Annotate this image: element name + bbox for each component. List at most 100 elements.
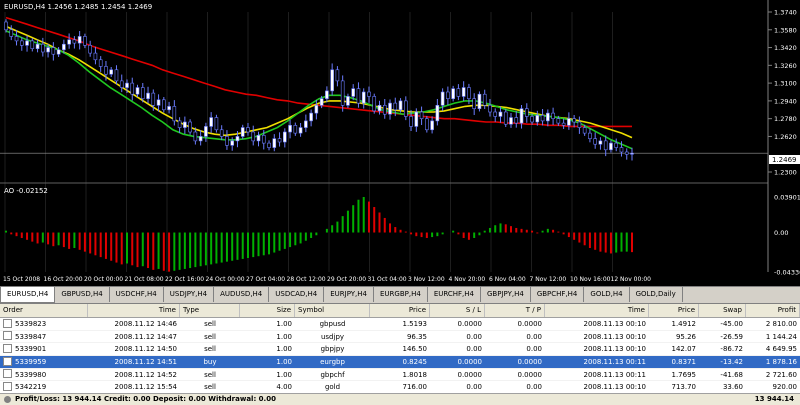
tab-gold-h4[interactable]: GOLD,H4 — [584, 287, 630, 302]
column-header-price[interactable]: Price — [649, 304, 699, 317]
candle — [240, 127, 245, 137]
order-cell: 0.0000 — [517, 358, 543, 367]
order-row[interactable]: 5339901 2008.11.12 14:50 sell 1.00 gbpjpy 146… — [0, 343, 800, 357]
order-cell: 2 721.60 — [765, 370, 797, 379]
tab-usdchf-h4[interactable]: USDCHF,H4 — [110, 287, 164, 302]
tab-eurusd-h4[interactable]: EURUSD,H4 — [0, 287, 56, 303]
tab-eurjpy-h4[interactable]: EURJPY,H4 — [324, 287, 374, 302]
order-cell: 1 878.16 — [765, 358, 797, 367]
time-tick-label: 7 Nov 12:00 — [530, 276, 567, 283]
candle — [582, 127, 587, 134]
candle — [325, 90, 329, 99]
tab-usdcad-h4[interactable]: USDCAD,H4 — [269, 287, 325, 302]
candle — [403, 100, 408, 117]
order-cell: 2 810.00 — [765, 320, 797, 328]
time-axis: 15 Oct 2008 16 Oct 20:00 20 Oct 00:00 21 Oc… — [3, 276, 651, 283]
column-header-price[interactable]: Price — [370, 304, 430, 317]
order-cell: -41.68 — [720, 370, 743, 379]
candle — [409, 116, 413, 127]
candle — [72, 39, 77, 44]
price-tick-label: 1.2940 — [774, 97, 797, 105]
column-header-symbol[interactable]: Symbol — [295, 304, 370, 317]
candle — [514, 117, 519, 124]
candle — [346, 96, 350, 106]
order-cell: 142.07 — [671, 345, 697, 354]
candle — [162, 99, 166, 111]
candle — [388, 102, 392, 115]
order-cell: 5339901 — [0, 343, 88, 355]
column-header-s-l[interactable]: S / L — [430, 304, 485, 317]
order-cell: 96.35 — [406, 332, 427, 341]
order-row[interactable]: 5339823 2008.11.12 14:46 sell 1.00 gbpusd 1.5… — [0, 318, 800, 331]
tab-gbpchf-h4[interactable]: GBPCHF,H4 — [531, 287, 585, 302]
candle — [41, 43, 45, 53]
order-cell: 5339823 — [0, 318, 88, 330]
price-chart[interactable]: 1.3740 1.3580 1.3420 1.3260 1.3100 1.2940 1.27… — [0, 0, 800, 286]
candle — [482, 93, 487, 106]
order-row[interactable]: 5339959 2008.11.12 14:51 buy 1.00 eurgbp 0.82… — [0, 356, 800, 369]
order-cell: sell — [204, 332, 216, 341]
order-row[interactable]: 5339847 2008.11.12 14:47 sell 1.00 usdjpy 96.… — [0, 331, 800, 344]
candle — [456, 88, 461, 97]
candle — [25, 40, 29, 46]
tab-usdjpy-h4[interactable]: USDJPY,H4 — [164, 287, 215, 302]
order-cell: 4.00 — [276, 383, 292, 392]
candle — [225, 136, 229, 146]
tab-gbpjpy-h4[interactable]: GBPJPY,H4 — [481, 287, 531, 302]
column-header-size[interactable]: Size — [240, 304, 295, 317]
order-cell: 0.00 — [466, 332, 482, 341]
order-cell: 1.7695 — [671, 370, 697, 379]
ao-header: AO -0.02152 — [4, 187, 48, 195]
column-header-type[interactable]: Type — [180, 304, 240, 317]
order-cell: usdjpy — [320, 332, 345, 341]
time-tick-label: 21 Oct 08:00 — [125, 276, 164, 283]
column-header-time[interactable]: Time — [88, 304, 180, 317]
candle — [624, 151, 629, 155]
order-cell: 5342219 — [0, 381, 88, 393]
tab-gbpusd-h4[interactable]: GBPUSD,H4 — [55, 287, 110, 302]
column-header-t-p[interactable]: T / P — [485, 304, 545, 317]
tab-eurchf-h4[interactable]: EURCHF,H4 — [428, 287, 481, 302]
order-cell: 2008.11.12 14:50 — [114, 345, 177, 354]
column-header-swap[interactable]: Swap — [699, 304, 746, 317]
time-tick-label: 20 Oct 00:00 — [84, 276, 123, 283]
candle — [4, 21, 8, 31]
summary-icon — [4, 396, 11, 403]
candle — [314, 105, 319, 114]
terminal-rows: 5339823 2008.11.12 14:46 sell 1.00 gbpusd 1.5… — [0, 318, 800, 395]
order-cell: 146.50 — [402, 345, 428, 354]
order-number: 5339823 — [15, 320, 47, 328]
column-header-order[interactable]: Order — [0, 304, 88, 317]
terminal-summary: Profit/Loss: 13 944.14 Credit: 0.00 Depo… — [0, 393, 800, 405]
candle — [567, 118, 571, 126]
order-cell: 2008.11.12 14:47 — [114, 332, 177, 341]
order-cell: gbpchf — [320, 370, 345, 379]
candle — [209, 117, 213, 127]
tab-audusd-h4[interactable]: AUDUSD,H4 — [214, 287, 270, 302]
order-cell: 2008.11.13 00:10 — [583, 383, 646, 392]
tab-gold-daily[interactable]: GOLD,Daily — [630, 287, 683, 302]
candle — [446, 91, 450, 99]
column-header-time[interactable]: Time — [545, 304, 649, 317]
time-tick-label: 4 Nov 20:00 — [449, 276, 486, 283]
candle — [293, 125, 298, 134]
ao-tick-label: 0.00 — [774, 229, 788, 237]
order-cell: 1 144.24 — [765, 332, 797, 341]
order-cell: sell — [204, 383, 216, 392]
candle — [440, 91, 445, 106]
candle — [377, 105, 382, 112]
tab-eurgbp-h4[interactable]: EURGBP,H4 — [374, 287, 428, 302]
order-cell: -45.00 — [720, 320, 743, 328]
order-row[interactable]: 5339980 2008.11.12 14:52 sell 1.00 gbpchf 1.8… — [0, 369, 800, 382]
candle — [88, 45, 92, 54]
candle — [261, 135, 266, 144]
candle — [546, 112, 550, 122]
column-header-profit[interactable]: Profit — [746, 304, 800, 317]
price-tick-label: 1.2780 — [774, 115, 797, 123]
order-cell: 0.8371 — [671, 358, 697, 367]
order-cell: 0.0000 — [517, 320, 543, 328]
candle — [467, 87, 471, 99]
time-tick-label: 22 Oct 16:00 — [165, 276, 204, 283]
candle — [46, 47, 50, 53]
order-cell: 1.00 — [276, 370, 292, 379]
